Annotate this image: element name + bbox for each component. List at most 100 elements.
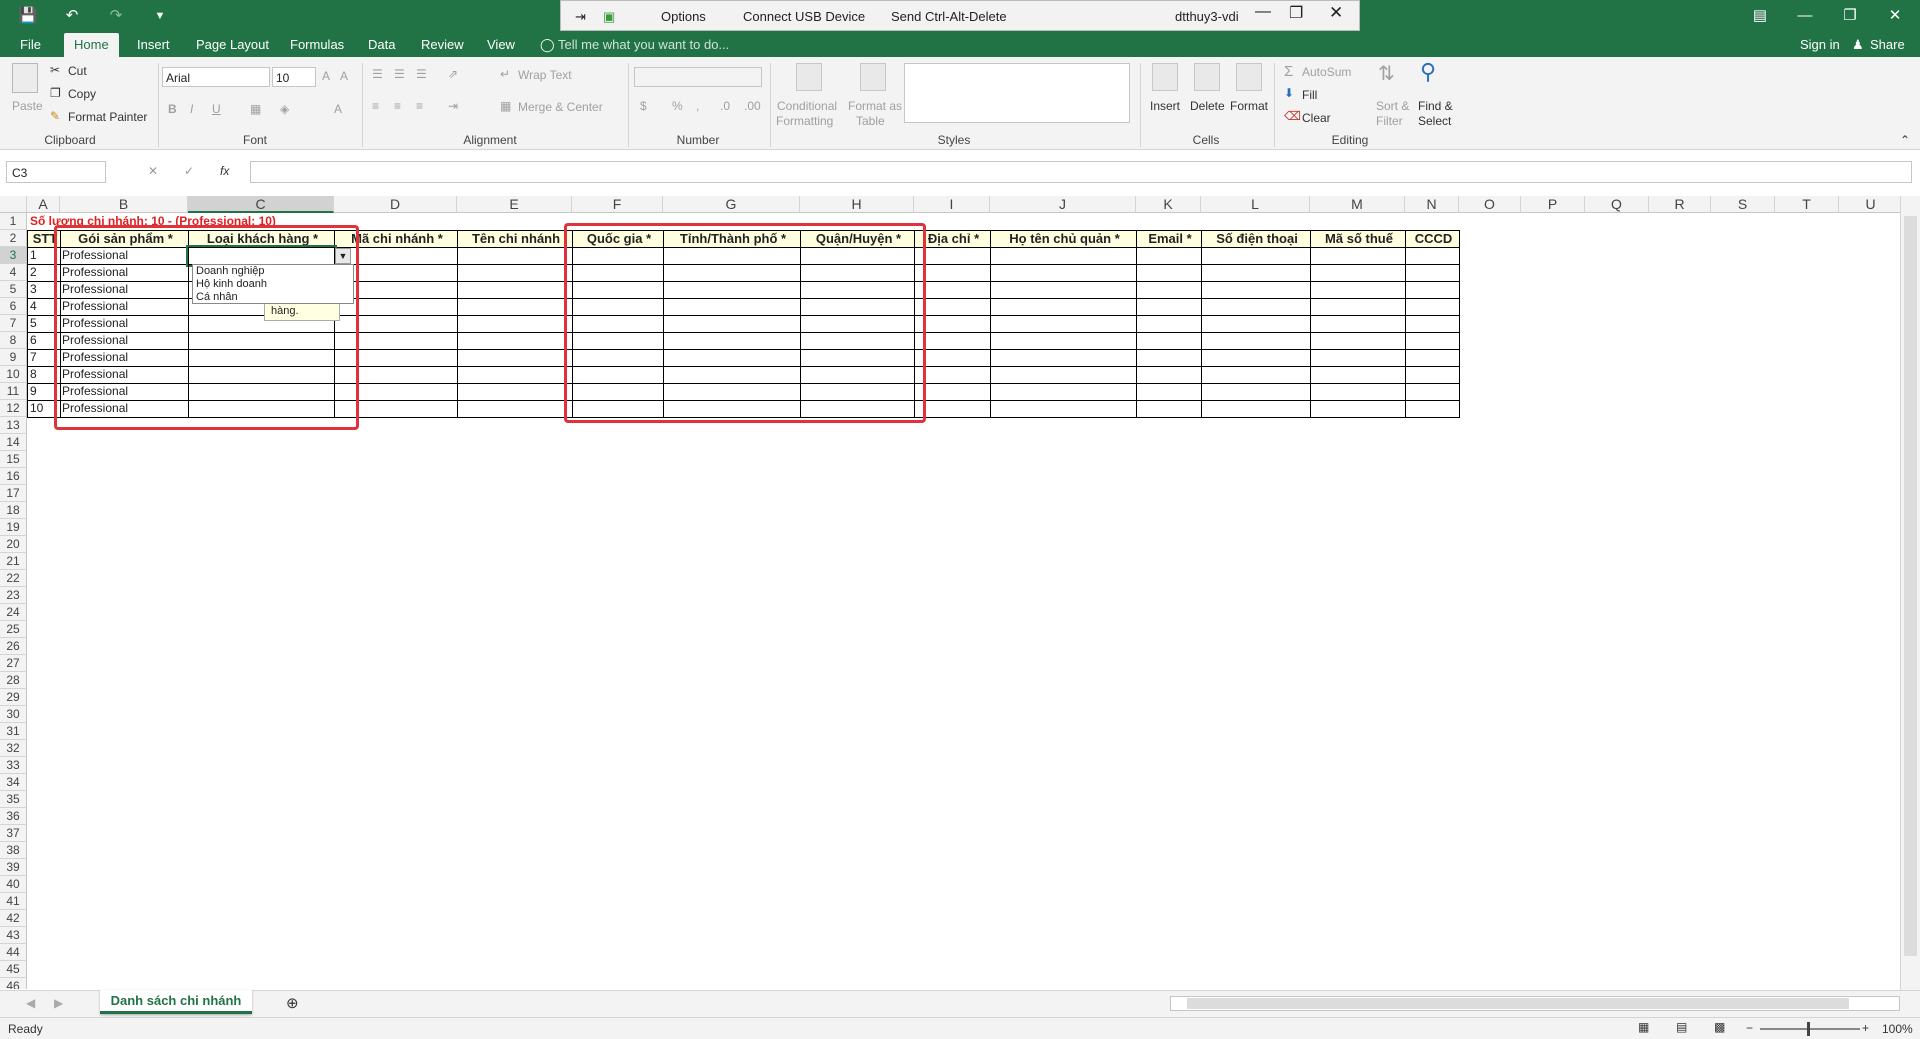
row-header[interactable]: 43: [0, 927, 27, 944]
row-header[interactable]: 15: [0, 451, 27, 468]
row-header[interactable]: 45: [0, 961, 27, 978]
format-cells-button[interactable]: Format: [1230, 99, 1268, 113]
h-scroll-thumb[interactable]: [1187, 998, 1849, 1009]
find-select-button-line2[interactable]: Select: [1418, 114, 1451, 128]
table-cell[interactable]: [1310, 247, 1406, 265]
fill-color-icon[interactable]: ◈: [280, 102, 289, 116]
table-cell[interactable]: [457, 383, 573, 401]
table-cell[interactable]: [1136, 247, 1202, 265]
zoom-out-icon[interactable]: −: [1746, 1021, 1753, 1035]
table-cell[interactable]: [1310, 332, 1406, 350]
table-cell[interactable]: [1201, 383, 1311, 401]
column-header-b[interactable]: B: [60, 196, 188, 213]
table-cell[interactable]: [1201, 332, 1311, 350]
table-cell[interactable]: [1405, 298, 1460, 316]
close-icon[interactable]: ✕: [1885, 6, 1905, 26]
sort-filter-button-line2[interactable]: Filter: [1376, 114, 1403, 128]
table-cell[interactable]: [457, 332, 573, 350]
scroll-right-icon[interactable]: ▶: [54, 996, 63, 1010]
row-header[interactable]: 32: [0, 740, 27, 757]
collapse-ribbon-icon[interactable]: ⌃: [1900, 133, 1910, 147]
table-cell[interactable]: [1136, 264, 1202, 282]
table-cell[interactable]: [990, 383, 1137, 401]
confirm-entry-icon[interactable]: ✓: [184, 164, 194, 178]
zoom-in-icon[interactable]: +: [1862, 1021, 1869, 1035]
zoom-level[interactable]: 100%: [1882, 1022, 1913, 1036]
scroll-left-icon[interactable]: ◀: [26, 996, 35, 1010]
undo-icon[interactable]: ↶: [62, 6, 82, 26]
find-select-button[interactable]: Find &: [1418, 99, 1453, 113]
vdi-ctrl-alt-del-button[interactable]: Send Ctrl-Alt-Delete: [891, 9, 1007, 24]
table-cell[interactable]: [1136, 400, 1202, 418]
table-cell[interactable]: [1310, 298, 1406, 316]
borders-icon[interactable]: ▦: [250, 102, 261, 116]
table-cell[interactable]: [1201, 264, 1311, 282]
column-header-s[interactable]: S: [1711, 196, 1775, 213]
table-cell[interactable]: [1201, 281, 1311, 299]
column-header-o[interactable]: O: [1459, 196, 1521, 213]
row-header[interactable]: 40: [0, 876, 27, 893]
align-left-icon[interactable]: ≡: [372, 99, 379, 113]
row-header[interactable]: 2: [0, 230, 27, 247]
align-top-icon[interactable]: ☰: [372, 67, 383, 81]
orientation-icon[interactable]: ⇗: [448, 67, 458, 81]
clear-button[interactable]: Clear: [1302, 111, 1331, 125]
table-cell[interactable]: [1405, 400, 1460, 418]
table-cell[interactable]: [1310, 400, 1406, 418]
row-header[interactable]: 46: [0, 978, 27, 989]
table-cell[interactable]: [1201, 315, 1311, 333]
row-header[interactable]: 8: [0, 332, 27, 349]
scroll-thumb[interactable]: [1904, 216, 1917, 956]
table-cell[interactable]: [1201, 247, 1311, 265]
table-cell[interactable]: [457, 247, 573, 265]
row-header[interactable]: 7: [0, 315, 27, 332]
dropdown-option[interactable]: Doanh nghiệp: [196, 265, 350, 278]
column-title[interactable]: Họ tên chủ quản *: [990, 230, 1137, 248]
row-header[interactable]: 13: [0, 417, 27, 434]
table-cell[interactable]: [457, 298, 573, 316]
row-header[interactable]: 3: [0, 247, 27, 264]
row-header[interactable]: 18: [0, 502, 27, 519]
tab-file[interactable]: File: [20, 37, 41, 52]
row-header[interactable]: 38: [0, 842, 27, 859]
comma-icon[interactable]: ,: [696, 99, 699, 113]
dropdown-option[interactable]: Hộ kinh doanh: [196, 278, 350, 291]
underline-icon[interactable]: U: [212, 102, 221, 116]
decrease-decimal-icon[interactable]: .00: [744, 99, 761, 113]
table-cell[interactable]: [1405, 281, 1460, 299]
tell-me-input[interactable]: Tell me what you want to do...: [558, 37, 729, 52]
column-header-a[interactable]: A: [27, 196, 60, 213]
table-cell[interactable]: [990, 332, 1137, 350]
column-header-f[interactable]: F: [572, 196, 663, 213]
row-header[interactable]: 41: [0, 893, 27, 910]
table-cell[interactable]: [1136, 383, 1202, 401]
vdi-restore-icon[interactable]: ❐: [1289, 3, 1303, 23]
row-header[interactable]: 6: [0, 298, 27, 315]
dropdown-option[interactable]: Cá nhân: [196, 291, 350, 304]
table-cell[interactable]: [457, 264, 573, 282]
zoom-slider[interactable]: [1760, 1028, 1860, 1030]
insert-cells-button[interactable]: Insert: [1150, 99, 1180, 113]
table-cell[interactable]: [1136, 281, 1202, 299]
font-name-select[interactable]: Arial: [162, 67, 270, 87]
percent-icon[interactable]: %: [672, 99, 683, 113]
table-cell[interactable]: [457, 349, 573, 367]
align-middle-icon[interactable]: ☰: [394, 67, 405, 81]
insert-function-icon[interactable]: fx: [220, 164, 229, 178]
increase-font-icon[interactable]: A: [322, 69, 330, 83]
table-cell[interactable]: [1136, 298, 1202, 316]
normal-view-icon[interactable]: ▦: [1638, 1020, 1649, 1034]
row-header[interactable]: 35: [0, 791, 27, 808]
monitor-icon[interactable]: ▣: [603, 9, 615, 25]
row-header[interactable]: 30: [0, 706, 27, 723]
vdi-usb-button[interactable]: Connect USB Device: [743, 9, 865, 24]
table-cell[interactable]: [1136, 349, 1202, 367]
column-header-n[interactable]: N: [1405, 196, 1459, 213]
column-header-k[interactable]: K: [1136, 196, 1201, 213]
table-cell[interactable]: [1310, 349, 1406, 367]
table-cell[interactable]: [1201, 349, 1311, 367]
table-cell[interactable]: [1136, 332, 1202, 350]
paste-button[interactable]: Paste: [12, 99, 43, 113]
customize-icon[interactable]: ▼: [152, 6, 168, 26]
row-header[interactable]: 17: [0, 485, 27, 502]
